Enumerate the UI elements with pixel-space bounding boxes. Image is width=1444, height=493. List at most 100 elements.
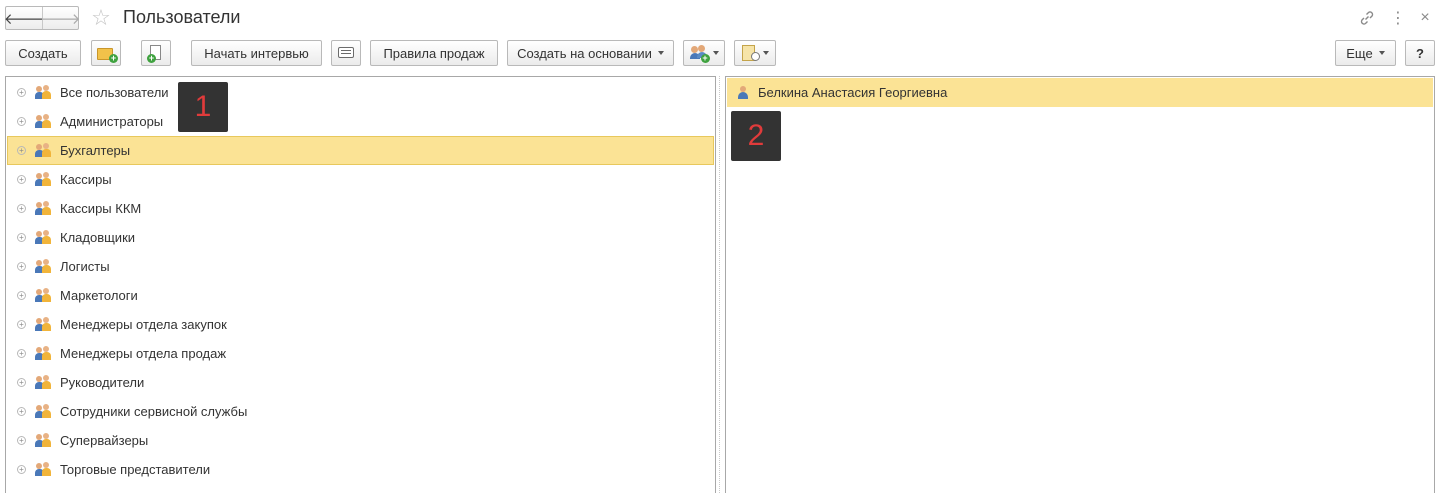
create-button[interactable]: Создать: [5, 40, 81, 66]
user-group-icon: [35, 462, 51, 477]
tree-row[interactable]: + Кладовщики: [7, 223, 714, 252]
arrow-left-icon: 🡐: [3, 10, 45, 28]
tree-row[interactable]: + Сотрудники сервисной службы: [7, 397, 714, 426]
tree-row-label: Торговые представители: [60, 462, 211, 477]
more-button[interactable]: Еще: [1335, 40, 1396, 66]
tree-row-label: Кладовщики: [60, 230, 136, 245]
forward-button[interactable]: 🡒: [40, 7, 81, 29]
user-group-icon: [35, 404, 51, 419]
user-group-icon: [35, 85, 51, 100]
reports-button[interactable]: [734, 40, 776, 66]
user-group-icon: [35, 201, 51, 216]
expand-icon[interactable]: +: [17, 117, 26, 126]
more-button-label: Еще: [1346, 45, 1373, 61]
expand-icon[interactable]: +: [17, 378, 26, 387]
document-add-icon: +: [147, 45, 163, 63]
title-bar: 🡐 🡒 ☆ Пользователи ⋮ ×: [0, 0, 1444, 37]
user-group-icon: [35, 230, 51, 245]
user-group-icon: [35, 143, 51, 158]
user-group-icon: [35, 346, 51, 361]
tree-row-label: Маркетологи: [60, 288, 138, 303]
create-based-on-button[interactable]: Создать на основании: [507, 40, 674, 66]
expand-icon[interactable]: +: [17, 146, 26, 155]
user-group-icon: [35, 317, 51, 332]
expand-icon[interactable]: +: [17, 465, 26, 474]
tree-row[interactable]: + Супервайзеры: [7, 426, 714, 455]
users-add-icon: +: [689, 45, 710, 63]
user-groups-tree[interactable]: + Все пользователи + Администраторы + Бу…: [5, 76, 716, 493]
create-based-on-label: Создать на основании: [517, 45, 652, 61]
tree-row-label: Все пользователи: [60, 85, 169, 100]
more-vertical-icon[interactable]: ⋮: [1388, 8, 1408, 28]
expand-icon[interactable]: +: [17, 88, 26, 97]
star-icon[interactable]: ☆: [89, 5, 113, 30]
start-interview-label: Начать интервью: [204, 45, 309, 61]
arrow-right-icon: 🡒: [40, 10, 81, 28]
comment-button[interactable]: [331, 40, 361, 66]
navigation-buttons: 🡐 🡒: [3, 6, 81, 30]
expand-icon[interactable]: +: [17, 291, 26, 300]
chevron-down-icon: [657, 51, 664, 55]
sales-rules-label: Правила продаж: [383, 45, 485, 61]
tree-row-selected[interactable]: + Бухгалтеры: [7, 136, 714, 165]
tree-row[interactable]: + Логисты: [7, 252, 714, 281]
create-item-button[interactable]: +: [141, 40, 171, 66]
tree-row[interactable]: + Маркетологи: [7, 281, 714, 310]
close-icon[interactable]: ×: [1415, 8, 1435, 28]
tree-row-label: Бухгалтеры: [60, 143, 131, 158]
tree-row-label: Менеджеры отдела закупок: [60, 317, 227, 332]
expand-icon[interactable]: +: [17, 436, 26, 445]
page-title: Пользователи: [123, 7, 241, 27]
user-icon: [737, 85, 749, 100]
expand-icon[interactable]: +: [17, 262, 26, 271]
user-group-icon: [35, 259, 51, 274]
tree-row-label: Сотрудники сервисной службы: [60, 404, 248, 419]
tree-row[interactable]: + Менеджеры отдела продаж: [7, 339, 714, 368]
tree-row[interactable]: + Менеджеры отдела закупок: [7, 310, 714, 339]
list-item-selected[interactable]: Белкина Анастасия Георгиевна: [727, 78, 1433, 107]
tree-row-label: Логисты: [60, 259, 110, 274]
help-button[interactable]: ?: [1405, 40, 1435, 66]
expand-icon[interactable]: +: [17, 349, 26, 358]
tree-row-label: Руководители: [60, 375, 145, 390]
comment-icon: [338, 46, 354, 60]
callout-badge-users: 2: [731, 111, 781, 161]
expand-icon[interactable]: +: [17, 204, 26, 213]
tree-row[interactable]: + Администраторы: [7, 107, 714, 136]
create-button-label: Создать: [18, 45, 68, 61]
expand-icon[interactable]: +: [17, 320, 26, 329]
user-groups-button[interactable]: +: [683, 40, 725, 66]
expand-icon[interactable]: +: [17, 175, 26, 184]
tree-row-label: Супервайзеры: [60, 433, 149, 448]
tree-row[interactable]: + Все пользователи: [7, 78, 714, 107]
callout-badge-groups: 1: [178, 82, 228, 132]
folder-add-icon: +: [97, 46, 118, 63]
chevron-down-icon: [1378, 51, 1385, 55]
list-item-label: Белкина Анастасия Георгиевна: [758, 85, 948, 100]
report-clock-icon: [741, 45, 760, 61]
tree-row-label: Менеджеры отдела продаж: [60, 346, 227, 361]
expand-icon[interactable]: +: [17, 233, 26, 242]
user-group-icon: [35, 114, 51, 129]
back-button[interactable]: 🡐: [3, 7, 45, 29]
sales-rules-button[interactable]: Правила продаж: [370, 40, 498, 66]
start-interview-button[interactable]: Начать интервью: [191, 40, 322, 66]
toolbar: Создать + + Начать интервью Правила прод…: [0, 40, 1444, 66]
create-group-button[interactable]: +: [91, 40, 121, 66]
users-list[interactable]: Белкина Анастасия Георгиевна 2: [725, 76, 1435, 493]
panel-splitter[interactable]: [719, 76, 720, 493]
tree-row-label: Администраторы: [60, 114, 164, 129]
link-icon[interactable]: [1357, 8, 1377, 28]
user-group-icon: [35, 375, 51, 390]
chevron-down-icon: [762, 51, 769, 55]
tree-row[interactable]: + Торговые представители: [7, 455, 714, 484]
tree-row[interactable]: + Руководители: [7, 368, 714, 397]
tree-row-label: Кассиры ККМ: [60, 201, 142, 216]
expand-icon[interactable]: +: [17, 407, 26, 416]
tree-row[interactable]: + Кассиры: [7, 165, 714, 194]
chevron-down-icon: [712, 51, 719, 55]
tree-row-label: Кассиры: [60, 172, 112, 187]
user-group-icon: [35, 172, 51, 187]
user-group-icon: [35, 288, 51, 303]
tree-row[interactable]: + Кассиры ККМ: [7, 194, 714, 223]
